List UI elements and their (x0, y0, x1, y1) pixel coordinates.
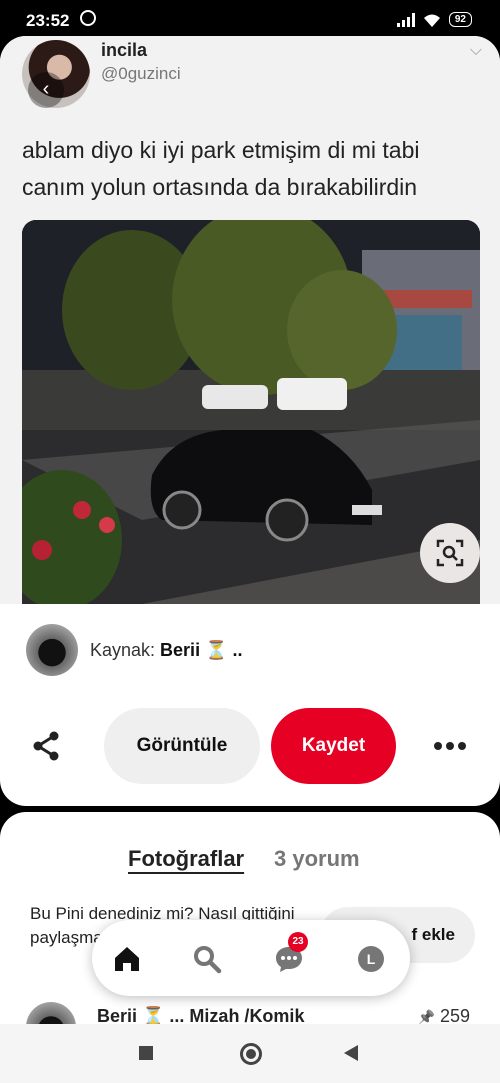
status-icons: 92 (396, 12, 472, 27)
car-photo-illustration (22, 220, 480, 604)
system-nav-bar (0, 1024, 500, 1083)
back-button[interactable]: ‹ (28, 72, 64, 108)
pin-icon: 📌 (417, 1009, 435, 1024)
source-label: Kaynak: (90, 639, 156, 660)
visual-search-button[interactable] (420, 523, 480, 583)
pin-count: 📌 259 (418, 1006, 471, 1024)
alarm-icon (80, 10, 96, 26)
notification-badge: 23 (288, 932, 308, 952)
share-icon[interactable] (30, 730, 62, 762)
pin-image[interactable]: ‹ incila @0guzinci ⌵ ablam diyo ki iyi p… (0, 36, 500, 604)
nav-home[interactable] (110, 942, 144, 976)
pin-card: ‹ incila @0guzinci ⌵ ablam diyo ki iyi p… (0, 36, 500, 806)
wifi-icon (423, 14, 440, 27)
chevron-down-icon: ⌵ (469, 42, 482, 59)
bottom-nav: L (92, 920, 410, 996)
tab-comments[interactable]: 3 yorum (274, 846, 360, 872)
pin-actions: Görüntüle Kaydet (0, 708, 500, 784)
related-pin-title[interactable]: Berii ⏳ ... Mizah /Komik (97, 1006, 304, 1024)
avatar (26, 1002, 76, 1024)
tweet-author-handle: @0guzinci (101, 64, 181, 83)
nav-search[interactable] (190, 942, 224, 976)
avatar (26, 624, 78, 676)
more-options-icon[interactable] (434, 742, 466, 750)
source-name[interactable]: Berii ⏳ .. (160, 640, 242, 661)
save-button[interactable]: Kaydet (271, 708, 396, 784)
related-pin-row[interactable]: Berii ⏳ ... Mizah /Komik 📌 259 (0, 998, 500, 1024)
battery-icon: 92 (448, 12, 472, 27)
view-button[interactable]: Görüntüle (104, 708, 260, 784)
search-icon (194, 946, 222, 974)
tab-photos[interactable]: Fotoğraflar (128, 846, 244, 872)
home-button[interactable] (240, 1043, 262, 1065)
status-time: 23:52 (26, 11, 70, 30)
profile-avatar: L (358, 946, 384, 972)
lens-icon (436, 539, 464, 567)
tweet-photo (22, 220, 480, 604)
nav-profile[interactable]: L (354, 942, 388, 976)
home-icon (115, 947, 139, 971)
pin-source[interactable]: Kaynak: Berii ⏳ .. (26, 624, 242, 676)
recents-button[interactable] (139, 1046, 153, 1060)
tweet-author-name: incila (101, 40, 148, 60)
signal-icon (396, 12, 415, 27)
tweet-text: ablam diyo ki iyi park etmişim di mi tab… (22, 137, 420, 200)
pin-count-value: 259 (439, 1006, 470, 1024)
back-nav-button[interactable] (344, 1045, 358, 1061)
